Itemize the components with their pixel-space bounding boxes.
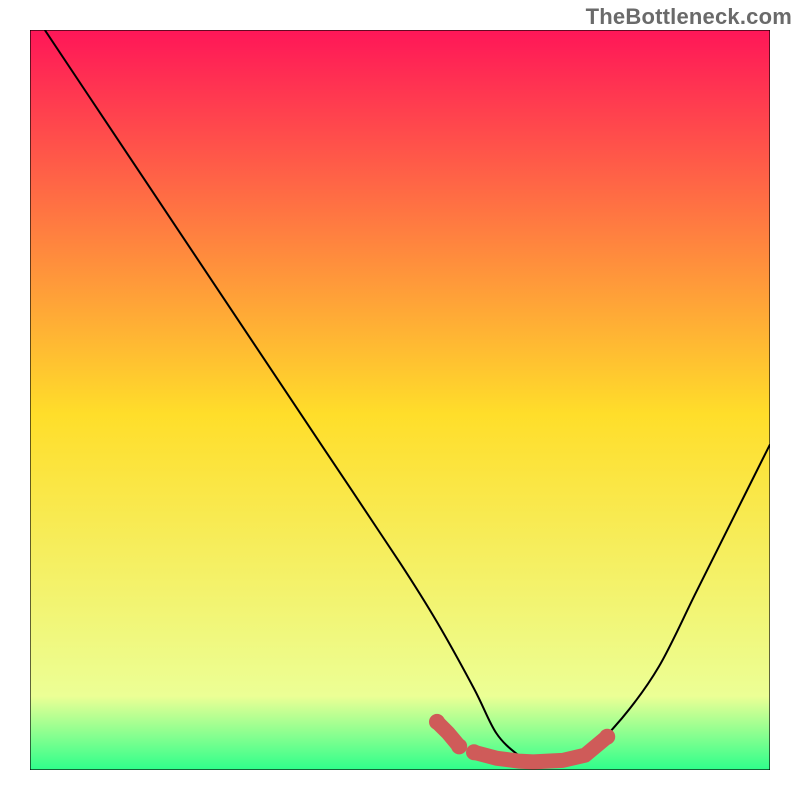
chart-plot-area <box>30 30 770 770</box>
watermark-text: TheBottleneck.com <box>586 4 792 30</box>
chart-container: TheBottleneck.com <box>0 0 800 800</box>
highlight-endcap <box>429 714 445 730</box>
plot-background <box>30 30 770 770</box>
highlight-endcap <box>451 738 467 754</box>
chart-svg <box>30 30 770 770</box>
highlight-endcap <box>599 729 615 745</box>
highlight-endcap <box>466 744 482 760</box>
